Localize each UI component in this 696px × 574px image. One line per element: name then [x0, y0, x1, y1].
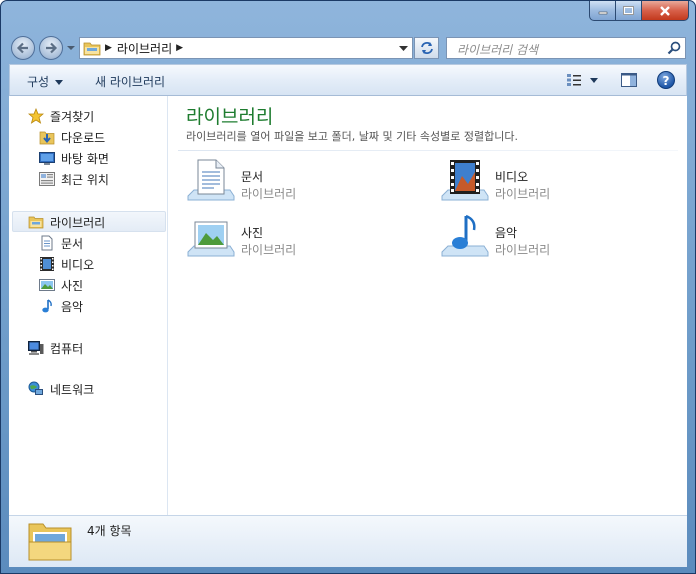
libraries-label: 라이브러리: [50, 215, 106, 230]
library-type: 라이브러리: [241, 243, 297, 257]
library-name: 문서: [241, 170, 264, 184]
change-view-button[interactable]: [566, 71, 604, 89]
search-placeholder: 라이브러리 검색: [457, 43, 539, 57]
details-pane: 4개 항목: [9, 515, 687, 567]
library-documents[interactable]: 문서 라이브러리: [186, 158, 406, 208]
music-icon: [42, 299, 52, 313]
library-pictures[interactable]: 사진 라이브러리: [186, 214, 406, 264]
network-icon: [28, 381, 43, 395]
forward-arrow-icon: [46, 42, 58, 54]
navigation-bar: ▶ 라이브러리 ▶ 라이브러리 검색: [1, 31, 695, 63]
breadcrumb-separator[interactable]: ▶: [105, 43, 112, 53]
sidebar-item-documents[interactable]: 문서: [39, 233, 83, 253]
refresh-icon: [420, 42, 433, 54]
divider: [178, 150, 678, 151]
navigation-pane: 즐겨찾기 다운로드 바탕 화면 최근 위치 라이브러리 문서 비디오 사진 음악…: [9, 96, 168, 515]
maximize-button[interactable]: [616, 1, 642, 21]
page-description: 라이브러리를 열어 파일을 보고 폴더, 날짜 및 기타 속성별로 정렬합니다.: [186, 130, 518, 143]
back-button[interactable]: [11, 36, 35, 60]
sidebar-item-label: 바탕 화면: [61, 151, 109, 166]
computer-label: 컴퓨터: [50, 341, 84, 356]
preview-pane-icon[interactable]: [621, 73, 637, 87]
library-type: 라이브러리: [495, 187, 551, 201]
close-button[interactable]: [642, 1, 689, 21]
back-arrow-icon: [16, 42, 28, 54]
search-icon[interactable]: [667, 41, 681, 55]
sidebar-item-desktop[interactable]: 바탕 화면: [39, 148, 109, 168]
library-type: 라이브러리: [495, 243, 551, 257]
breadcrumb-library[interactable]: 라이브러리: [117, 40, 172, 57]
organize-label: 구성: [27, 75, 50, 89]
new-library-button[interactable]: 새 라이브러리: [95, 73, 165, 90]
title-bar[interactable]: [1, 1, 695, 31]
caption-buttons: [589, 1, 689, 21]
recent-pages-dropdown[interactable]: [67, 44, 75, 52]
chevron-down-icon: [55, 80, 64, 85]
library-type: 라이브러리: [241, 187, 297, 201]
library-folder-icon: [28, 216, 44, 229]
sidebar-item-label: 최근 위치: [61, 172, 109, 187]
library-name: 비디오: [495, 170, 529, 184]
library-folder-icon: [83, 42, 101, 56]
maximize-icon: [623, 6, 634, 15]
network-node[interactable]: 네트워크: [28, 379, 94, 399]
library-videos[interactable]: 비디오 라이브러리: [440, 158, 660, 208]
refresh-button[interactable]: [414, 37, 439, 59]
view-options-icon: [567, 74, 581, 86]
document-icon: [41, 235, 53, 251]
sidebar-item-music[interactable]: 음악: [39, 296, 83, 316]
sidebar-item-pictures[interactable]: 사진: [39, 275, 83, 295]
music-library-icon: [441, 214, 489, 257]
minimize-icon: [598, 11, 607, 14]
minimize-button[interactable]: [589, 1, 616, 21]
library-name: 음악: [495, 226, 518, 240]
sidebar-item-label: 사진: [61, 278, 84, 293]
item-count: 4개 항목: [87, 524, 132, 538]
library-music[interactable]: 음악 라이브러리: [440, 214, 660, 264]
videos-library-icon: [441, 160, 489, 201]
libraries-node[interactable]: 라이브러리: [28, 212, 105, 232]
documents-library-icon: [187, 159, 235, 201]
sidebar-item-label: 음악: [61, 299, 84, 314]
search-input[interactable]: 라이브러리 검색: [446, 37, 686, 59]
help-icon: ?: [662, 74, 670, 88]
libraries-large-icon: [28, 523, 72, 561]
command-bar: 구성 새 라이브러리 ?: [9, 64, 687, 96]
breadcrumb-separator[interactable]: ▶: [176, 43, 183, 53]
forward-button[interactable]: [39, 36, 63, 60]
sidebar-item-download[interactable]: 다운로드: [39, 127, 105, 147]
organize-button[interactable]: 구성: [27, 73, 64, 90]
download-folder-icon: [39, 131, 55, 145]
computer-node[interactable]: 컴퓨터: [28, 338, 83, 358]
library-name: 사진: [241, 226, 264, 240]
sidebar-item-label: 다운로드: [61, 130, 106, 145]
help-button[interactable]: ?: [657, 71, 675, 89]
content-pane: 라이브러리 라이브러리를 열어 파일을 보고 폴더, 날짜 및 기타 속성별로 …: [168, 96, 687, 515]
recent-places-icon: [39, 172, 55, 186]
address-bar[interactable]: ▶ 라이브러리 ▶: [79, 37, 413, 59]
explorer-window: ▶ 라이브러리 ▶ 라이브러리 검색 구성 새 라이브러리 ? 즐겨찾기 다운로…: [0, 0, 696, 574]
network-label: 네트워크: [50, 382, 95, 397]
picture-icon: [39, 279, 55, 291]
page-title: 라이브러리: [186, 106, 274, 128]
favorites-label: 즐겨찾기: [50, 109, 95, 124]
sidebar-item-label: 문서: [61, 236, 84, 251]
sidebar-item-label: 비디오: [61, 257, 95, 272]
video-icon: [40, 257, 54, 271]
sidebar-item-recent-places[interactable]: 최근 위치: [39, 169, 109, 189]
chevron-down-icon: [590, 77, 598, 83]
computer-icon: [28, 341, 44, 355]
address-dropdown-icon[interactable]: [399, 44, 408, 52]
close-icon: [660, 5, 670, 16]
pictures-library-icon: [187, 221, 235, 257]
star-icon: [28, 108, 44, 124]
sidebar-item-videos[interactable]: 비디오: [39, 254, 94, 274]
desktop-icon: [39, 152, 55, 165]
favorites-node[interactable]: 즐겨찾기: [28, 106, 94, 126]
